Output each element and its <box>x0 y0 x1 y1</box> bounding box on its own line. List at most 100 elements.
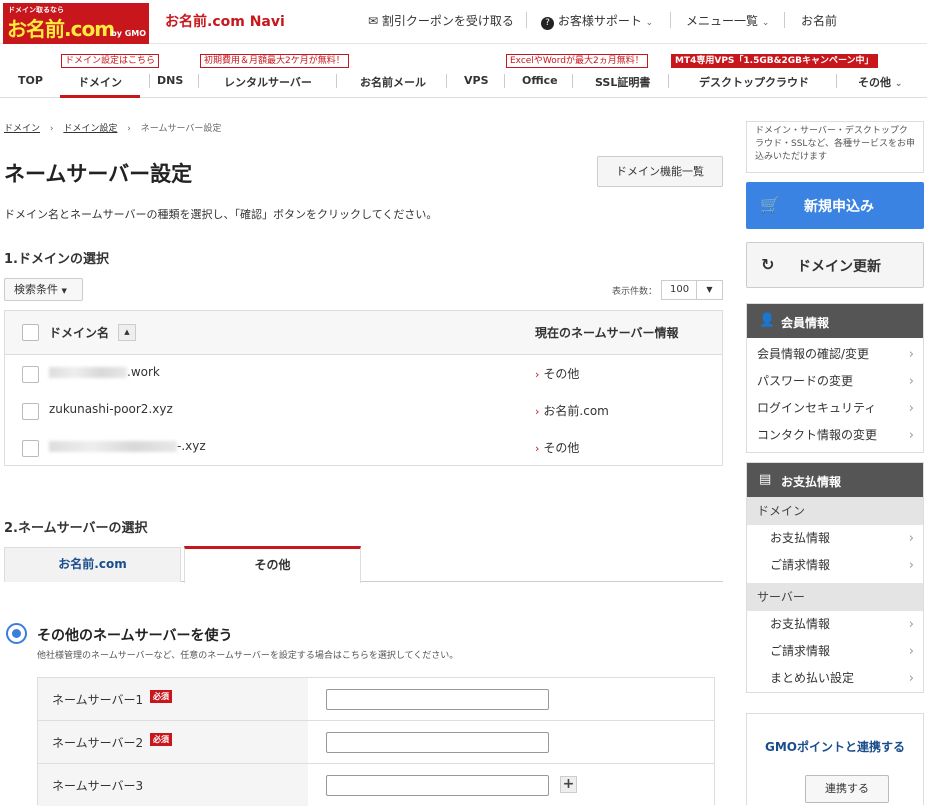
chevron-right-icon: › <box>908 347 914 362</box>
nameserver-link[interactable]: › その他 <box>535 439 579 456</box>
display-count-select[interactable]: 100 ▼ <box>661 280 723 300</box>
payment-domain-item[interactable]: お支払情報 › <box>747 525 923 552</box>
table-row: -.xyz › その他 <box>5 429 722 466</box>
header-divider <box>784 12 785 28</box>
nav-dns[interactable]: DNS <box>157 74 183 87</box>
row-checkbox[interactable] <box>22 366 39 383</box>
use-other-nameserver-radio[interactable] <box>6 623 27 644</box>
nameserver-link[interactable]: › お名前.com <box>535 402 609 419</box>
nav-other[interactable]: その他 ⌄ <box>858 74 902 90</box>
nav-ssl[interactable]: SSL証明書 <box>595 74 650 90</box>
sort-asc-icon[interactable]: ▲ <box>118 324 136 341</box>
domain-name: zukunashi-poor2.xyz <box>49 402 173 416</box>
table-row: zukunashi-poor2.xyz › お名前.com <box>5 392 722 429</box>
member-item[interactable]: ログインセキュリティ › <box>747 395 923 422</box>
member-info-header: 👤 会員情報 <box>747 304 923 338</box>
domain-function-list-button[interactable]: ドメイン機能一覧 <box>597 156 723 187</box>
nav-office[interactable]: Office <box>522 74 558 87</box>
chevron-down-icon: ⌄ <box>761 18 770 28</box>
header-divider <box>526 12 527 28</box>
member-item[interactable]: コンタクト情報の変更 › <box>747 422 923 449</box>
row-checkbox[interactable] <box>22 403 39 420</box>
menu-list[interactable]: メニュー一覧 ⌄ <box>686 12 769 29</box>
chevron-right-icon: › <box>535 442 540 455</box>
badge-mt4-vps[interactable]: MT4専用VPS「1.5GB&2GBキャンペーン中」 <box>671 54 878 68</box>
redacted-text <box>49 367 127 378</box>
member-item[interactable]: 会員情報の確認/変更 › <box>747 341 923 368</box>
search-conditions-button[interactable]: 検索条件 ▼ <box>4 278 83 301</box>
badge-domain-setting[interactable]: ドメイン設定はこちら <box>61 54 160 68</box>
domain-name: -.xyz <box>49 439 206 453</box>
payment-server-item[interactable]: まとめ払い設定 › <box>747 665 923 692</box>
section-nameserver-select-title: 2.ネームサーバーの選択 <box>4 521 148 536</box>
payment-domain-item[interactable]: ご請求情報 › <box>747 552 923 579</box>
nav-divider <box>572 74 573 88</box>
onamae-logo[interactable]: ドメイン取るなら お名前.com by GMO <box>3 3 149 44</box>
select-all-checkbox[interactable] <box>22 324 39 341</box>
gmo-point-link[interactable]: GMOポイントと連携する <box>747 738 923 755</box>
nav-divider <box>668 74 669 88</box>
nameserver2-input[interactable] <box>326 732 549 753</box>
chevron-right-icon: › <box>535 405 540 418</box>
nameserver-row: ネームサーバー1 必須 <box>38 678 714 721</box>
chevron-right-icon: › <box>908 558 914 573</box>
caret-down-icon: ▼ <box>696 281 722 299</box>
nav-divider <box>198 74 199 88</box>
display-count-value: 100 <box>670 284 690 295</box>
nameserver-label-cell: ネームサーバー2 必須 <box>38 721 308 763</box>
breadcrumb-current: ネームサーバー設定 <box>140 124 222 134</box>
nameserver-link[interactable]: › その他 <box>535 365 579 382</box>
breadcrumb: ドメイン › ドメイン設定 › ネームサーバー設定 <box>4 121 221 134</box>
navi-title[interactable]: お名前.com Navi <box>165 11 285 31</box>
coupon-link[interactable]: ✉ 割引クーポンを受け取る <box>368 12 514 29</box>
header-divider <box>670 12 671 28</box>
nameserver1-input[interactable] <box>326 689 549 710</box>
table-header: ドメイン名 ▲ 現在のネームサーバー情報 <box>5 311 722 355</box>
nameserver-label-cell: ネームサーバー3 <box>38 764 308 806</box>
domain-renew-button[interactable]: ↻ ドメイン更新 <box>746 242 924 288</box>
tab-onamae[interactable]: お名前.com <box>4 547 181 582</box>
nameserver3-input[interactable] <box>326 775 549 796</box>
nav-top[interactable]: TOP <box>18 74 43 87</box>
nav-onamae-mail[interactable]: お名前メール <box>360 74 426 90</box>
user-name[interactable]: お名前 <box>801 12 837 29</box>
new-application-button[interactable]: 🛒 新規申込み <box>746 182 924 229</box>
nameserver-label-cell: ネームサーバー1 必須 <box>38 678 308 720</box>
breadcrumb-domain-setting[interactable]: ドメイン設定 <box>63 124 117 134</box>
nav-vps[interactable]: VPS <box>464 74 489 87</box>
chevron-right-icon: › <box>908 374 914 389</box>
redacted-text <box>49 441 177 452</box>
breadcrumb-domain[interactable]: ドメイン <box>4 124 40 134</box>
nav-desktop-cloud[interactable]: デスクトップクラウド <box>699 74 809 90</box>
support-menu[interactable]: ? お客様サポート ⌄ <box>541 12 653 30</box>
radio-label[interactable]: その他のネームサーバーを使う <box>37 625 232 645</box>
nav-domain[interactable]: ドメイン <box>78 74 122 90</box>
row-checkbox[interactable] <box>22 440 39 457</box>
chevron-down-icon: ⌄ <box>645 18 654 28</box>
domain-name: .work <box>49 365 160 379</box>
refresh-icon: ↻ <box>761 255 775 274</box>
col-nameserver-info: 現在のネームサーバー情報 <box>535 326 679 340</box>
required-badge: 必須 <box>150 690 172 703</box>
global-nav: ドメイン設定はこちら 初期費用＆月額最大2ケ月が無料！ ExcelやWordが最… <box>0 44 927 98</box>
nameserver-label: ネームサーバー3 <box>52 779 144 793</box>
add-nameserver-icon[interactable]: + <box>560 776 577 793</box>
payment-server-item[interactable]: ご請求情報 › <box>747 638 923 665</box>
gmo-connect-button[interactable]: 連携する <box>805 775 889 803</box>
chevron-right-icon: › <box>908 644 914 659</box>
nav-active-indicator <box>60 95 140 98</box>
payment-server-item[interactable]: お支払情報 › <box>747 611 923 638</box>
radio-description: 他社様管理のネームサーバーなど、任意のネームサーバーを設定する場合はこちらを選択… <box>37 651 459 661</box>
nav-rental-server[interactable]: レンタルサーバー <box>224 74 312 90</box>
member-item[interactable]: パスワードの変更 › <box>747 368 923 395</box>
tab-other[interactable]: その他 <box>184 546 361 583</box>
badge-office-free[interactable]: ExcelやWordが最大2ヵ月無料！ <box>506 54 648 68</box>
caret-down-icon: ▼ <box>61 287 67 295</box>
category-server: サーバー <box>747 583 923 611</box>
cart-icon: 🛒 <box>760 195 780 214</box>
logo-gmo: by GMO <box>111 29 147 38</box>
chevron-right-icon: › <box>535 368 540 381</box>
chevron-right-icon: › <box>908 671 914 686</box>
user-icon: 👤 <box>759 313 776 328</box>
badge-server-free[interactable]: 初期費用＆月額最大2ケ月が無料！ <box>200 54 349 68</box>
